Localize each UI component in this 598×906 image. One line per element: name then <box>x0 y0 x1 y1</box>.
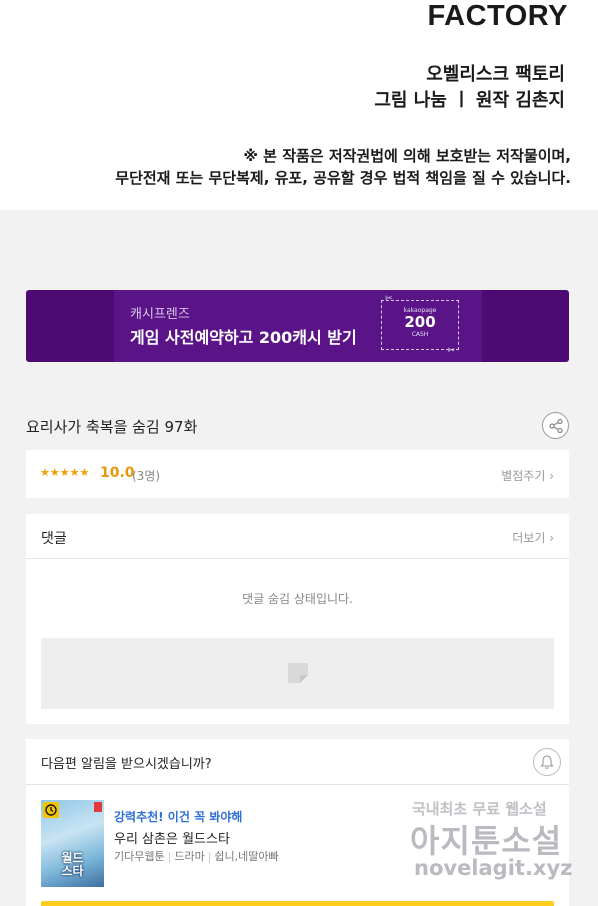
cash-coupon: ✂ ✂ kakaopage 200 CASH <box>381 294 459 356</box>
notify-question: 다음편 알림을 받으시겠습니까? <box>41 757 212 772</box>
rating-card: ★★★★★ 10.0 (3명) 별점주기 › <box>26 450 569 498</box>
wait-free-clock-icon <box>43 802 59 818</box>
bell-icon <box>540 755 554 769</box>
comments-header: 댓글 더보기 › <box>26 514 569 559</box>
cash-friends-banner[interactable]: 캐시프렌즈 게임 사전예약하고 200캐시 받기 ✂ ✂ kakaopage 2… <box>26 290 569 362</box>
scissors-icon: ✂ <box>385 294 393 304</box>
recommended-category: 기다무웹툰 <box>114 850 165 863</box>
studio-credit: 오벨리스크 팩토리 <box>426 64 565 85</box>
notify-toggle-button[interactable] <box>533 748 561 776</box>
banner-subtitle: 캐시프렌즈 <box>130 307 190 322</box>
scissors-icon: ✂ <box>447 346 455 356</box>
episode-end-header: FACTORY 오벨리스크 팩토리 그림 나눔 ㅣ 원작 김촌지 ※ 본 작품은… <box>0 0 598 210</box>
recommended-meta: 기다무웹툰 | 드라마 | 쉽니,네딸아빠 <box>114 850 279 863</box>
copyright-notice-line1: ※ 본 작품은 저작권법에 의해 보호받는 저작물이며, <box>243 147 571 165</box>
coupon-amount: 200 <box>404 313 436 331</box>
comment-placeholder-icon <box>288 663 308 683</box>
recommended-title[interactable]: 우리 삼촌은 월드스타 <box>114 828 230 847</box>
notify-header: 다음편 알림을 받으시겠습니까? <box>26 739 569 785</box>
recommended-genre: 드라마 <box>174 850 205 863</box>
rating-count: (3명) <box>132 469 161 483</box>
recommend-action-bar[interactable] <box>41 901 554 906</box>
recommend-tag: 강력추천! 이건 꼭 봐야해 <box>114 810 243 824</box>
recommended-author: 쉽니,네딸아빠 <box>214 850 279 863</box>
coupon-unit: CASH <box>411 331 429 338</box>
star-rating-icon: ★★★★★ <box>40 466 90 479</box>
rate-button[interactable]: 별점주기 › <box>501 467 554 484</box>
comments-title: 댓글 <box>41 531 67 547</box>
comments-more-link[interactable]: 더보기 › <box>512 529 554 546</box>
thumbnail-title: 월드 스타 <box>61 851 84 878</box>
comments-card: 댓글 더보기 › 댓글 숨김 상태입니다. <box>26 514 569 724</box>
share-button[interactable] <box>542 412 569 439</box>
next-episode-notify-card: 다음편 알림을 받으시겠습니까? 월드 스타 강력추천! 이건 꼭 봐야해 우리 … <box>26 739 569 906</box>
age-badge <box>94 802 102 812</box>
comment-input[interactable] <box>41 638 554 709</box>
banner-title: 게임 사전예약하고 200캐시 받기 <box>130 328 357 347</box>
recommended-thumbnail[interactable]: 월드 스타 <box>41 800 104 887</box>
share-icon <box>548 418 563 433</box>
copyright-notice-line2: 무단전재 또는 무단복제, 유포, 공유할 경우 법적 책임을 질 수 있습니다… <box>115 169 571 187</box>
art-story-credit: 그림 나눔 ㅣ 원작 김촌지 <box>374 90 565 111</box>
factory-logo: FACTORY <box>428 0 568 33</box>
episode-title: 요리사가 축복을 숨김 97화 <box>26 418 198 436</box>
comments-hidden-message: 댓글 숨김 상태입니다. <box>242 592 353 606</box>
factory-logo-text: FACTORY <box>427 0 568 32</box>
rating-score: 10.0 <box>100 465 135 481</box>
